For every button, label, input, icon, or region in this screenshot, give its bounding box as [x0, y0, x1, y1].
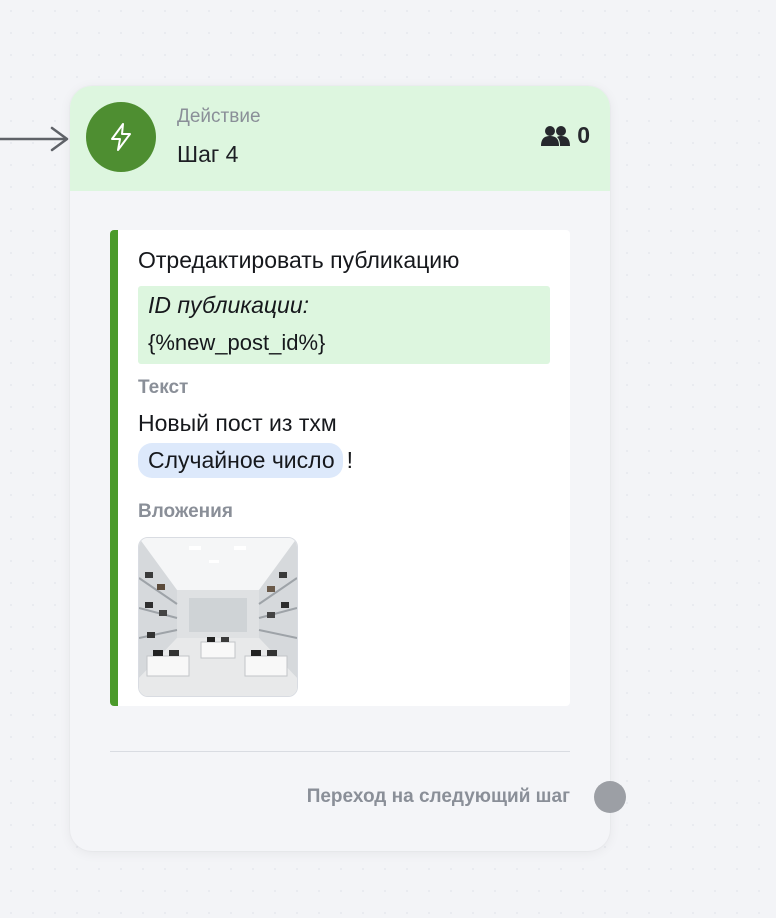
subscribers-count: 0	[577, 122, 590, 148]
text-section-label: Текст	[138, 377, 189, 398]
post-id-param: ID публикации: {%new_post_id%}	[138, 286, 550, 364]
lightning-icon	[86, 102, 156, 172]
step-title: Шаг 4	[177, 141, 239, 167]
attachments-section-label: Вложения	[138, 501, 233, 522]
footer-divider	[110, 751, 570, 752]
subscribers-counter: 0	[541, 122, 590, 149]
attachment-thumbnail[interactable]	[138, 537, 298, 697]
action-title: Отредактировать публикацию	[138, 247, 460, 273]
text-suffix: !	[346, 447, 354, 473]
post-text-line: Новый пост из тхм	[138, 410, 337, 436]
store-photo-thumbnail	[139, 538, 297, 696]
next-step-connector-handle[interactable]	[594, 781, 626, 813]
action-block[interactable]: Отредактировать публикацию ID публикации…	[110, 230, 570, 706]
param-label: ID публикации:	[148, 292, 310, 318]
step-type-label: Действие	[177, 106, 261, 127]
step-header: Действие Шаг 4 0	[70, 86, 610, 191]
action-accent-bar	[110, 230, 118, 706]
step-card[interactable]: Действие Шаг 4 0 Отредактировать публика…	[70, 86, 610, 851]
variable-chip[interactable]: Случайное число	[138, 443, 343, 478]
incoming-connector-arrow	[0, 126, 69, 152]
next-step-label: Переход на следующий шаг	[306, 786, 570, 807]
param-value: {%new_post_id%}	[148, 330, 326, 355]
post-text-variable-line: Случайное число !	[138, 443, 353, 478]
users-icon	[541, 125, 571, 146]
flow-canvas[interactable]: Действие Шаг 4 0 Отредактировать публика…	[0, 0, 776, 918]
